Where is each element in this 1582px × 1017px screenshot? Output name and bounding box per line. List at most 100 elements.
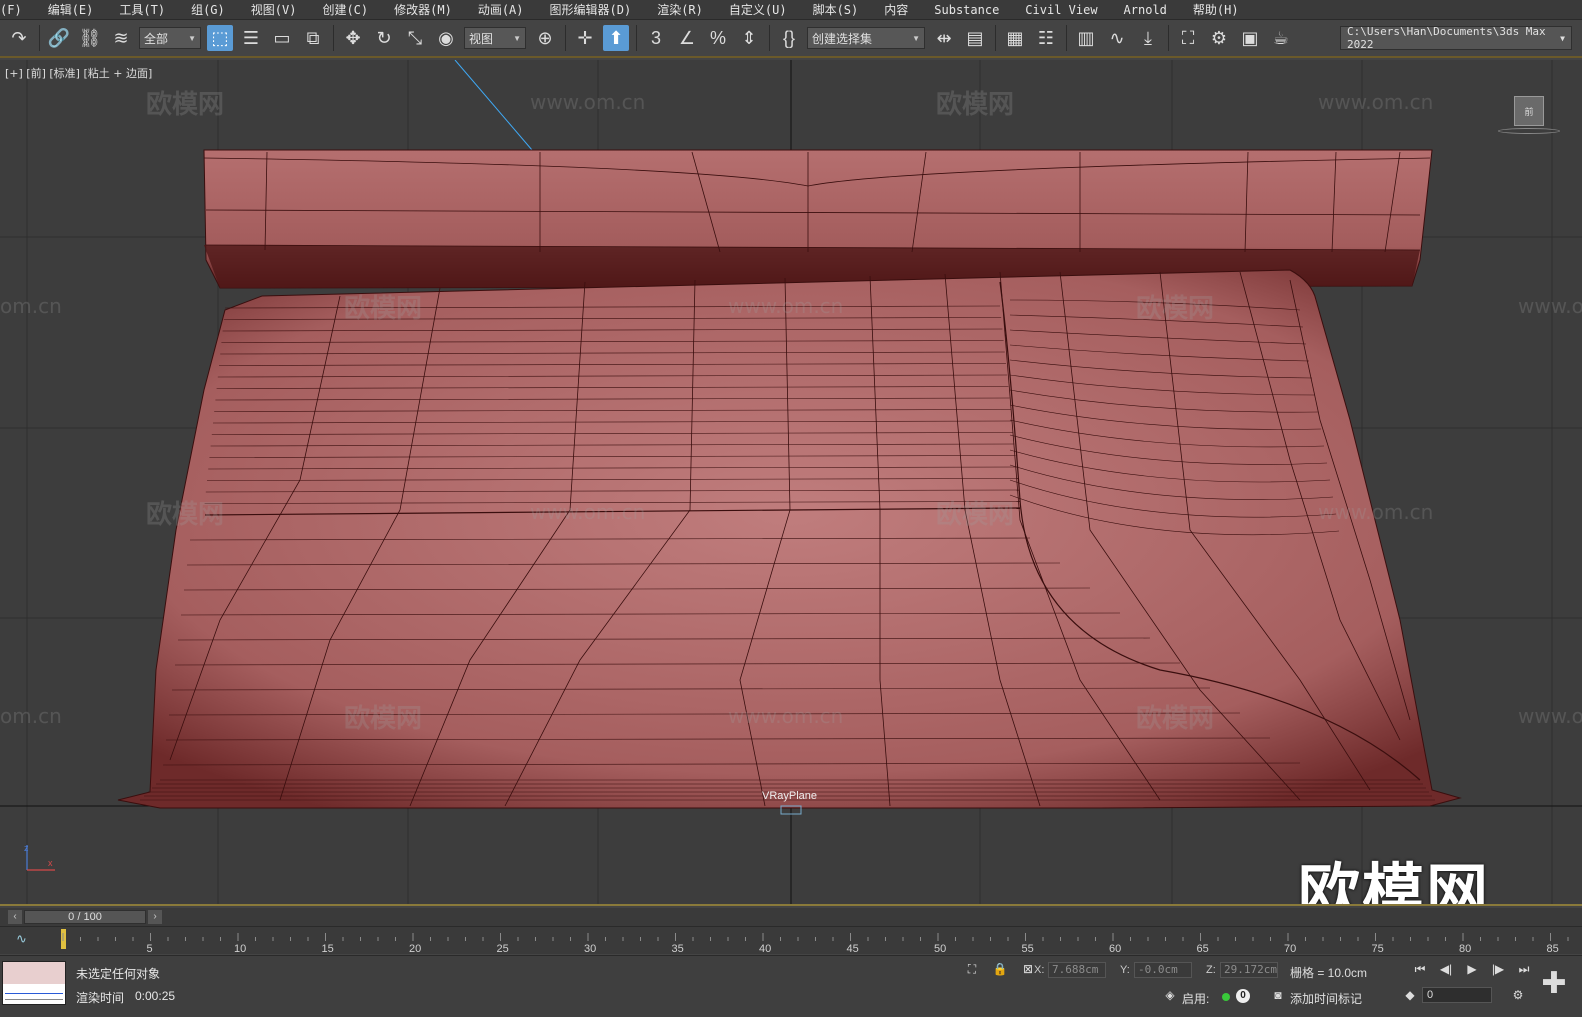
time-slider-frame[interactable]: 0 / 100: [24, 910, 146, 924]
render-setup-icon[interactable]: ⚙: [1206, 25, 1232, 51]
isolate-selection-icon[interactable]: ⛶: [962, 962, 982, 978]
logo-watermark: 欧模网: [1298, 856, 1491, 906]
project-path-dropdown[interactable]: C:\Users\Han\Documents\3ds Max 2022 ▼: [1340, 25, 1572, 51]
time-configuration-icon[interactable]: ⚙: [1508, 988, 1528, 1004]
timeline-tick-label: 80: [1459, 943, 1471, 955]
toolbar-divider: [565, 25, 566, 51]
link-icon[interactable]: 🔗: [46, 25, 72, 51]
lock-icon[interactable]: 🔒: [990, 962, 1010, 978]
menu-item[interactable]: 组(G): [191, 1, 237, 18]
percent-snap-icon[interactable]: %: [705, 25, 731, 51]
angle-snap-icon[interactable]: ∠: [674, 25, 700, 51]
toolbar-divider: [995, 25, 996, 51]
keyboard-shortcut-override-icon[interactable]: ⬆: [603, 25, 629, 51]
menu-item[interactable]: 图形编辑器(D): [550, 1, 644, 18]
scene-explorer-icon[interactable]: ▦: [1002, 25, 1028, 51]
project-path-value: C:\Users\Han\Documents\3ds Max 2022: [1347, 25, 1546, 51]
menu-item[interactable]: 帮助(H): [1193, 1, 1251, 18]
schematic-view-icon[interactable]: ⛶: [1175, 25, 1201, 51]
menu-item[interactable]: 编辑(E): [48, 1, 106, 18]
menu-item[interactable]: 内容: [884, 1, 920, 18]
dope-sheet-icon[interactable]: ⤓: [1135, 25, 1161, 51]
menu-item[interactable]: 渲染(R): [657, 1, 715, 18]
selection-status: 未选定任何对象: [76, 967, 161, 981]
selection-filter-dropdown[interactable]: 全部 ▼: [139, 27, 201, 49]
render-time-label: 渲染时间: [76, 991, 125, 1005]
align-icon[interactable]: ▤: [962, 25, 988, 51]
select-by-name-icon[interactable]: ☰: [238, 25, 264, 51]
enable-count-badge: 0: [1236, 989, 1250, 1003]
chevron-left-icon[interactable]: ‹: [8, 910, 22, 924]
enable-status-indicator[interactable]: [1222, 993, 1230, 1001]
time-tag-icon[interactable]: ◙: [1268, 988, 1288, 1004]
named-selection-dropdown[interactable]: 创建选择集 ▼: [807, 27, 925, 49]
reference-coordinate-value: 视图: [469, 31, 494, 46]
redo-icon[interactable]: ↷: [6, 25, 32, 51]
toggle-ribbon-icon[interactable]: ▥: [1073, 25, 1099, 51]
pivot-center-icon[interactable]: ⊕: [532, 25, 558, 51]
render-teapot-icon[interactable]: ☕: [1268, 25, 1294, 51]
edit-named-selection-icon[interactable]: {}: [776, 25, 802, 51]
adaptive-degradation-icon[interactable]: ◈: [1160, 988, 1180, 1004]
viewcube-compass-ring[interactable]: [1498, 128, 1560, 134]
go-to-start-icon[interactable]: ⏮: [1410, 962, 1430, 978]
move-icon[interactable]: ✥: [340, 25, 366, 51]
time-slider[interactable]: ‹ 0 / 100 ›: [0, 908, 1582, 926]
go-to-end-icon[interactable]: ⏭: [1514, 962, 1534, 978]
timeline-tick-label: 5: [147, 943, 153, 955]
listener-input-area[interactable]: [3, 962, 65, 984]
curve-editor-icon[interactable]: ∿: [1104, 25, 1130, 51]
toolbar-divider: [769, 25, 770, 51]
current-frame-spinner[interactable]: 0: [1422, 987, 1492, 1003]
track-bar[interactable]: ∿ 5 10 15 20 25 30 35 40 45 50 55 60 65 70 75 80 85: [0, 926, 1582, 955]
spinner-snap-icon[interactable]: ⇕: [736, 25, 762, 51]
select-object-icon[interactable]: ⬚: [207, 25, 233, 51]
menu-item[interactable]: 修改器(M): [394, 1, 464, 18]
z-coord-field[interactable]: 29.172cm: [1220, 962, 1278, 978]
zoom-extents-all-icon[interactable]: ✚: [1534, 964, 1574, 1004]
menu-item[interactable]: 视图(V): [251, 1, 309, 18]
rectangular-selection-icon[interactable]: ▭: [269, 25, 295, 51]
menu-item[interactable]: Civil View: [1025, 3, 1109, 17]
viewcube[interactable]: 前: [1514, 96, 1544, 126]
menu-item[interactable]: 脚本(S): [813, 1, 871, 18]
maxscript-mini-listener[interactable]: [2, 961, 66, 1005]
previous-frame-icon[interactable]: ◀|: [1436, 962, 1456, 978]
menu-item[interactable]: 动画(A): [478, 1, 536, 18]
snaps-toggle-icon[interactable]: 3: [643, 25, 669, 51]
enable-label: 启用:: [1182, 992, 1210, 1006]
rendered-frame-window-icon[interactable]: ▣: [1237, 25, 1263, 51]
play-icon[interactable]: ▶: [1462, 962, 1482, 978]
menu-item[interactable]: 创建(C): [322, 1, 380, 18]
next-frame-icon[interactable]: |▶: [1488, 962, 1508, 978]
key-mode-toggle-icon[interactable]: ◆: [1400, 988, 1420, 1004]
unlink-icon[interactable]: ⛓: [77, 25, 103, 51]
mirror-icon[interactable]: ⇹: [931, 25, 957, 51]
select-manipulate-icon[interactable]: ✛: [572, 25, 598, 51]
timeline-tick-label: 15: [322, 943, 334, 955]
chevron-right-icon[interactable]: ›: [148, 910, 162, 924]
timeline-ruler: 5 10 15 20 25 30 35 40 45 50 55 60 65 70 75 80 85: [61, 929, 1569, 955]
bind-space-warp-icon[interactable]: ≋: [108, 25, 134, 51]
y-coord-field[interactable]: -0.0cm: [1134, 962, 1192, 978]
timeline-tick-label: 65: [1197, 943, 1209, 955]
front-viewport[interactable]: z x [+] [前] [标准] [粘土 + 边面] 欧模网 www.om.cn…: [0, 60, 1582, 906]
rotate-icon[interactable]: ↻: [371, 25, 397, 51]
menu-item[interactable]: Substance: [934, 3, 1011, 17]
place-icon[interactable]: ◉: [433, 25, 459, 51]
scale-icon[interactable]: ⤡: [402, 25, 428, 51]
add-time-tag[interactable]: 添加时间标记: [1290, 990, 1362, 1007]
reference-coordinate-dropdown[interactable]: 视图 ▼: [464, 27, 526, 49]
window-crossing-icon[interactable]: ⧉: [300, 25, 326, 51]
z-coord-label: Z:: [1206, 964, 1216, 976]
menu-item[interactable]: (F): [0, 3, 34, 17]
layer-explorer-icon[interactable]: ☷: [1033, 25, 1059, 51]
viewport-label[interactable]: [+] [前] [标准] [粘土 + 边面]: [5, 65, 152, 81]
timeline-tick-label: 85: [1547, 943, 1559, 955]
timeline-tick-label: 50: [934, 943, 946, 955]
x-coord-field[interactable]: 7.688cm: [1048, 962, 1106, 978]
light-target-line: [454, 60, 533, 151]
menu-item[interactable]: 工具(T): [119, 1, 177, 18]
menu-item[interactable]: 自定义(U): [729, 1, 799, 18]
menu-item[interactable]: Arnold: [1124, 3, 1179, 17]
